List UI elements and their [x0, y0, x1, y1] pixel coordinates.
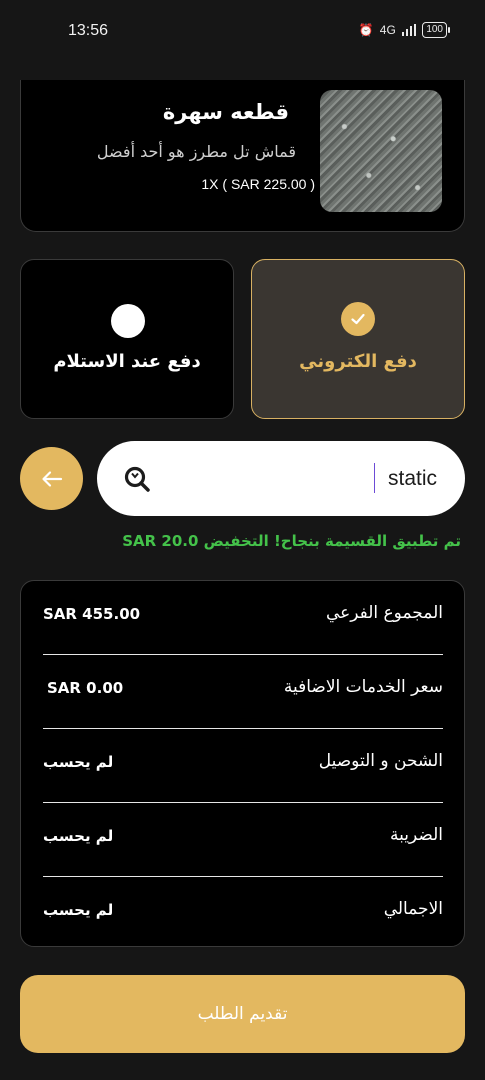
summary-row-shipping: الشحن و التوصيل لم يحسب [43, 729, 443, 803]
summary-label: سعر الخدمات الاضافية [283, 677, 443, 697]
summary-label: المجموع الفرعي [325, 603, 443, 623]
product-name: قطعه سهرة [162, 100, 289, 124]
radio-unselected-icon [111, 304, 145, 338]
summary-label: الضريبة [389, 825, 443, 845]
summary-value: SAR 0.00 [47, 679, 124, 697]
summary-row-total: الاجمالي لم يحسب [43, 877, 443, 951]
payment-option-cash-on-delivery[interactable]: دفع عند الاستلام [20, 259, 234, 419]
summary-value: لم يحسب [43, 901, 114, 919]
coupon-success-message: تم تطبيق القسيمة بنجاح! التخفيض SAR 20.0 [122, 532, 461, 550]
text-cursor [373, 463, 375, 493]
payment-option-label: دفع الكتروني [299, 351, 417, 372]
summary-row-subtotal: المجموع الفرعي SAR 455.00 [43, 581, 443, 655]
back-button[interactable] [20, 447, 83, 510]
summary-label: الاجمالي [383, 899, 443, 919]
product-description: قماش تل مطرز هو أحد أفضل [96, 142, 296, 161]
battery-icon: 100 [422, 22, 450, 38]
summary-value: لم يحسب [43, 827, 114, 845]
coupon-input[interactable]: static [97, 441, 465, 516]
summary-value: لم يحسب [43, 753, 114, 771]
payment-option-label: دفع عند الاستلام [53, 351, 201, 372]
product-quantity-price: 1X ( SAR 225.00 ) [201, 176, 315, 192]
order-summary-card: المجموع الفرعي SAR 455.00 سعر الخدمات ال… [20, 580, 465, 947]
cart-item-card: قطعه سهرة قماش تل مطرز هو أحد أفضل [20, 80, 465, 232]
network-type: 4G [379, 23, 396, 37]
summary-row-extra-services: سعر الخدمات الاضافية SAR 0.00 [43, 655, 443, 729]
alarm-icon: ⏰ [358, 23, 374, 37]
coupon-search-icon[interactable] [123, 465, 151, 497]
arrow-left-icon [41, 470, 62, 487]
status-bar: 13:56 ⏰ 4G 100 [0, 0, 485, 66]
payment-option-online[interactable]: دفع الكتروني [251, 259, 465, 419]
coupon-input-value: static [387, 467, 437, 490]
summary-value: SAR 455.00 [43, 605, 141, 623]
status-icons: ⏰ 4G 100 [358, 22, 450, 38]
submit-order-button[interactable]: تقديم الطلب [20, 975, 465, 1053]
summary-label: الشحن و التوصيل [318, 751, 443, 771]
product-image [320, 90, 442, 212]
signal-icon [401, 24, 417, 36]
summary-row-tax: الضريبة لم يحسب [43, 803, 443, 877]
checkmark-icon [341, 302, 375, 336]
status-time: 13:56 [68, 22, 109, 39]
